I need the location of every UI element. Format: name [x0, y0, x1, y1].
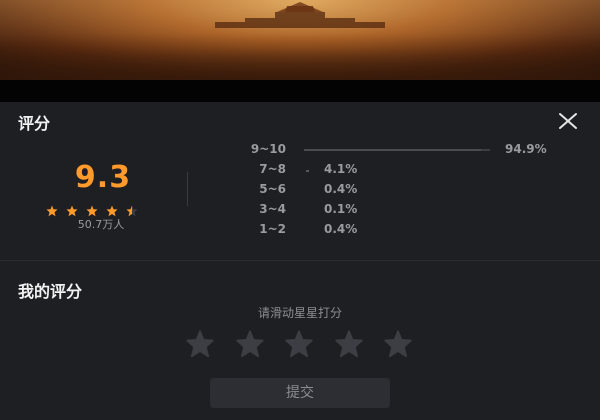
distribution-bar-fill	[304, 149, 481, 151]
distribution-row: 1~2 0.4%	[0, 222, 600, 240]
submit-button[interactable]: 提交	[210, 378, 390, 408]
distribution-range: 3~4	[259, 202, 286, 216]
rating-panel: 评分 9.3 50.7万人 9~10 94.9% 7~8 4.1% 5~6 0.4% 3~4…	[0, 102, 600, 420]
distribution-range: 5~6	[259, 182, 286, 196]
poster-ground	[0, 34, 600, 80]
distribution-row: 7~8 4.1%	[0, 162, 600, 180]
panel-title: 评分	[18, 114, 51, 133]
distribution-range: 9~10	[250, 142, 286, 156]
distribution-percent: 0.1%	[324, 202, 358, 216]
palace-silhouette	[215, 2, 385, 28]
my-rating-title: 我的评分	[18, 282, 83, 301]
distribution-percent: 0.4%	[324, 222, 358, 236]
rate-stars	[183, 330, 415, 358]
movie-poster-image	[0, 0, 600, 80]
close-icon	[559, 113, 577, 129]
distribution-percent: 94.9%	[505, 142, 547, 156]
distribution-percent: 4.1%	[324, 162, 358, 176]
distribution-row: 9~10 94.9%	[0, 142, 600, 160]
rate-star-icon[interactable]	[332, 330, 366, 358]
rate-star-icon[interactable]	[282, 330, 316, 358]
distribution-range: 1~2	[259, 222, 286, 236]
distribution-range: 7~8	[259, 162, 286, 176]
distribution-row: 3~4 0.1%	[0, 202, 600, 220]
poster-bottom-bar	[0, 80, 600, 102]
distribution-percent: 0.4%	[324, 182, 358, 196]
distribution-bar	[306, 170, 309, 172]
rating-hint: 请滑动星星打分	[257, 306, 342, 320]
distribution-bar	[304, 149, 490, 151]
section-divider	[0, 260, 600, 261]
rate-star-icon[interactable]	[381, 330, 415, 358]
close-button[interactable]	[556, 110, 580, 132]
distribution-row: 5~6 0.4%	[0, 182, 600, 200]
rate-star-icon[interactable]	[183, 330, 217, 358]
rate-star-icon[interactable]	[233, 330, 267, 358]
